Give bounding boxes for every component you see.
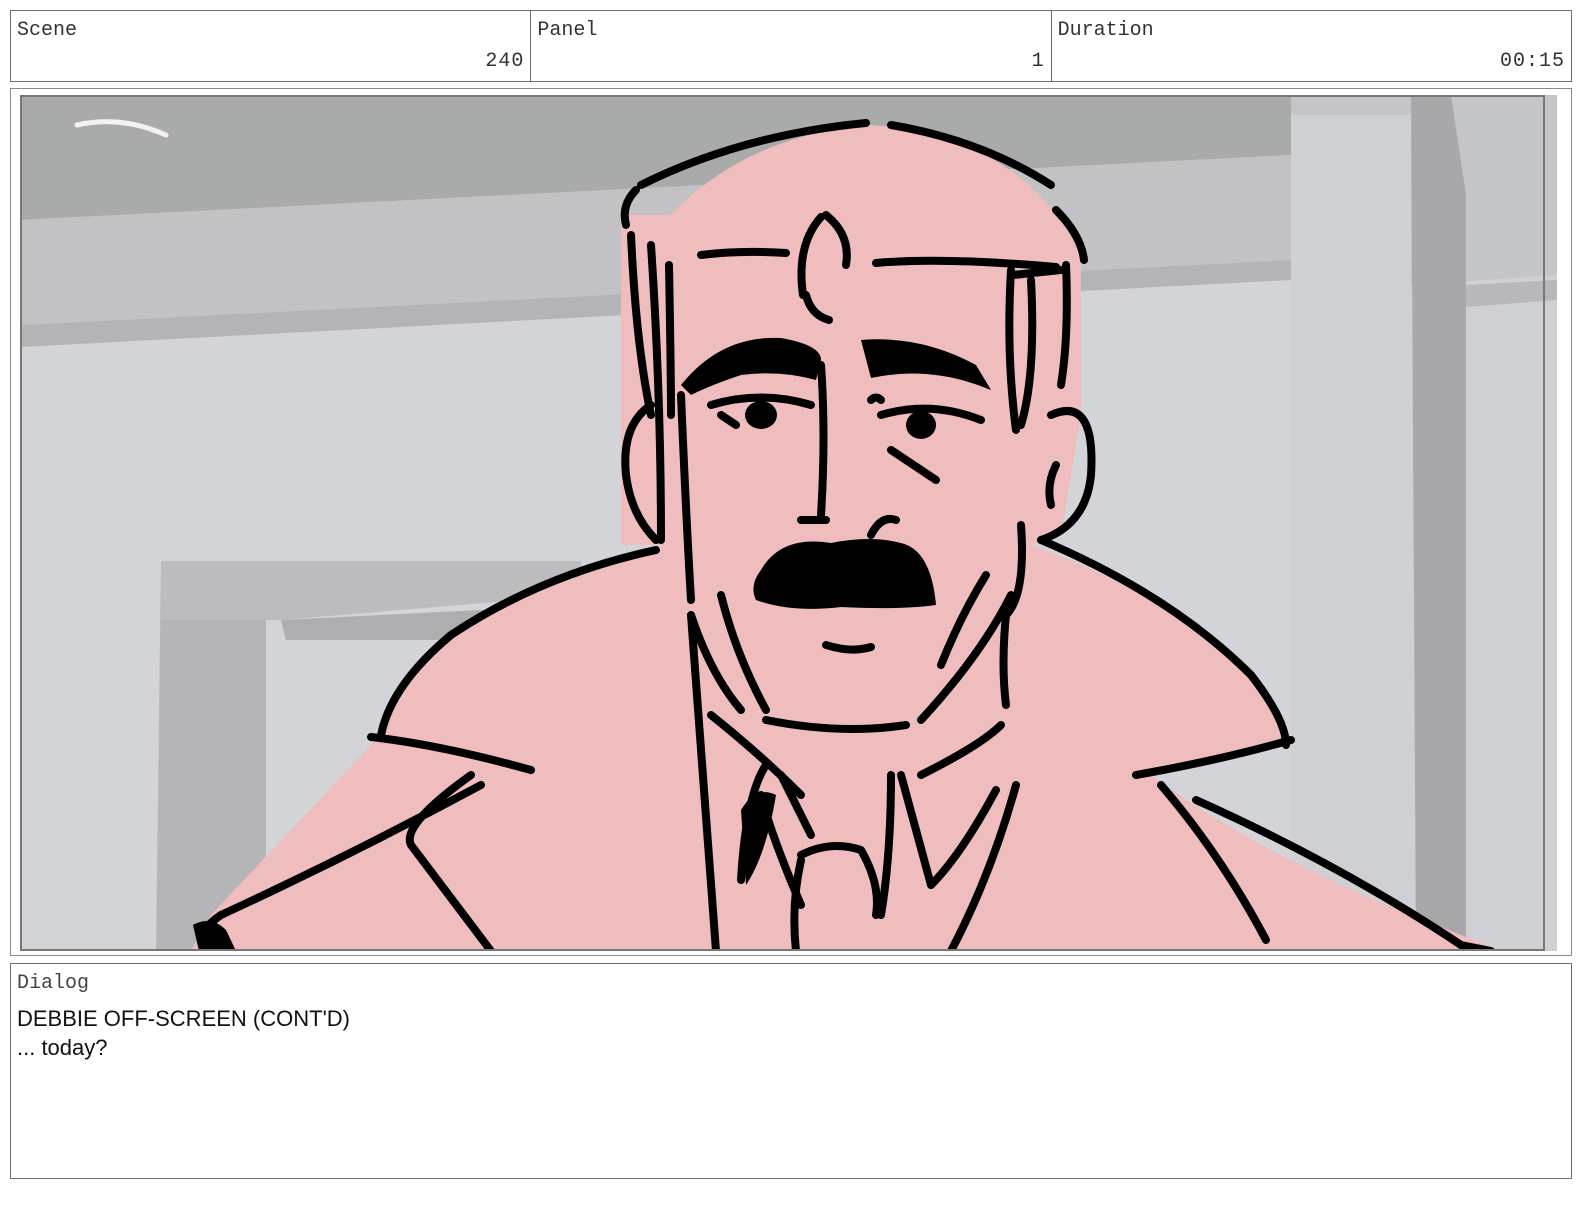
dialog-box: Dialog DEBBIE OFF-SCREEN (CONT'D) ... to… <box>10 963 1572 1179</box>
scene-number: 240 <box>485 50 525 73</box>
dialog-text: DEBBIE OFF-SCREEN (CONT'D) ... today? <box>17 1004 350 1062</box>
panel-cell: Panel 1 <box>531 11 1052 81</box>
panel-label: Panel <box>537 19 598 42</box>
duration-label: Duration <box>1057 19 1154 42</box>
panel-number: 1 <box>1031 50 1045 73</box>
scene-cell: Scene 240 <box>11 11 532 81</box>
scene-label: Scene <box>17 19 78 42</box>
forehead-line-left <box>697 247 790 259</box>
duration-cell: Duration 00:15 <box>1052 11 1571 81</box>
dialog-line: ... today? <box>17 1035 108 1060</box>
panel-artwork <box>21 95 1557 951</box>
head-left-3 <box>665 261 675 419</box>
nose-side <box>867 393 885 404</box>
dialog-speaker: DEBBIE OFF-SCREEN (CONT'D) <box>17 1006 350 1031</box>
storyboard-drawing <box>21 95 1557 951</box>
dialog-label: Dialog <box>17 972 90 995</box>
mouth <box>822 641 875 654</box>
right-pillar <box>1411 95 1466 951</box>
duration-value: 00:15 <box>1499 50 1565 73</box>
neck-right <box>999 611 1010 709</box>
nose-bridge <box>817 361 828 519</box>
panel-header: Scene 240 Panel 1 Duration 00:15 <box>10 10 1572 82</box>
left-pupil <box>745 401 777 429</box>
mustache <box>753 539 936 609</box>
right-pupil <box>906 411 936 439</box>
storyboard-panel <box>10 88 1572 956</box>
